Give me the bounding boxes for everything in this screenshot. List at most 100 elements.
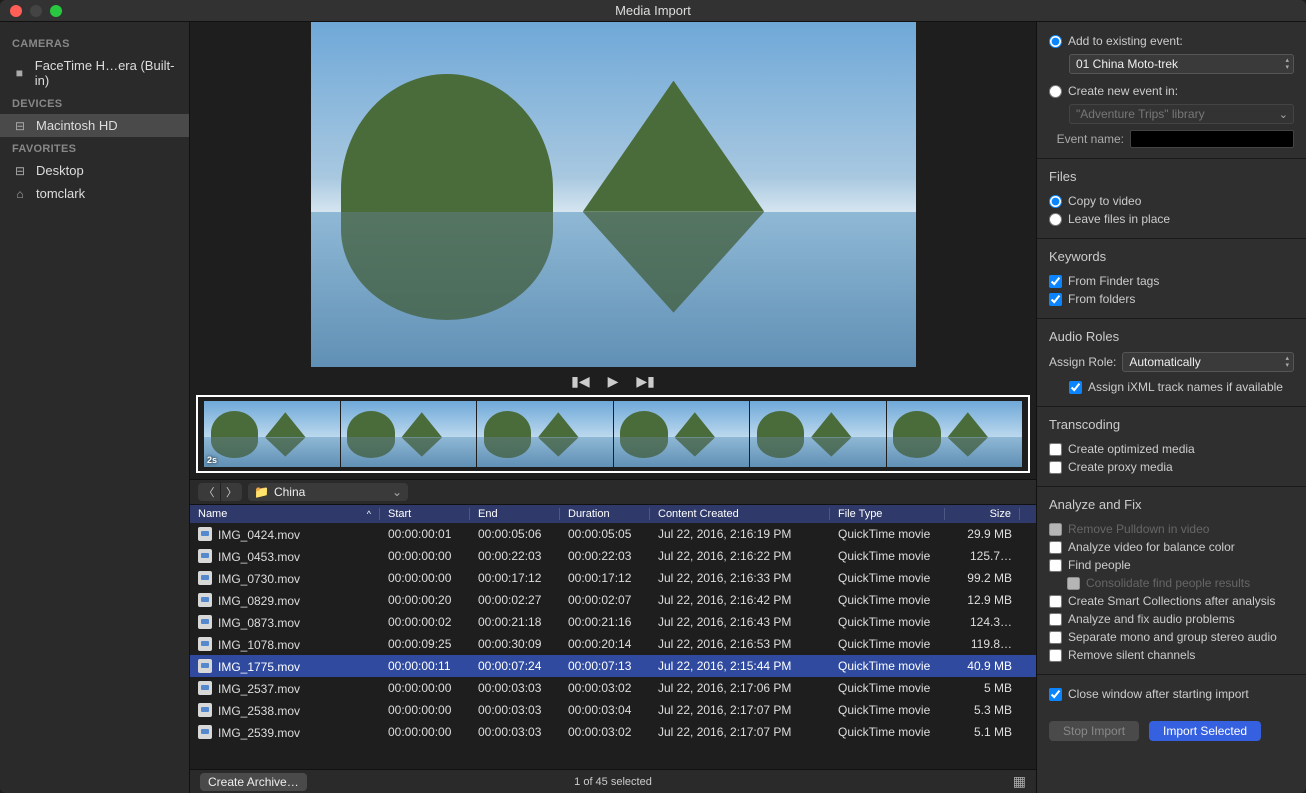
sidebar-item-label: tomclark — [36, 186, 85, 201]
movie-file-icon — [198, 571, 212, 585]
sidebar-header-favorites: FAVORITES — [0, 137, 189, 159]
nav-forward-button[interactable]: 〉 — [220, 483, 242, 501]
sidebar-item-label: Desktop — [36, 163, 84, 178]
create-proxy-check[interactable]: Create proxy media — [1049, 458, 1294, 476]
titlebar: Media Import — [0, 0, 1306, 22]
analyze-balance-check[interactable]: Analyze video for balance color — [1049, 538, 1294, 556]
add-to-existing-event-radio[interactable]: Add to existing event: — [1049, 32, 1294, 50]
keywords-section-header: Keywords — [1049, 249, 1294, 264]
copy-to-video-radio[interactable]: Copy to video — [1049, 192, 1294, 210]
prev-clip-button[interactable]: ▮◀ — [571, 373, 589, 390]
file-table: Name^ Start End Duration Content Created… — [190, 505, 1036, 769]
assign-role-label: Assign Role: — [1049, 355, 1116, 369]
assign-role-select[interactable]: Automatically — [1122, 352, 1294, 372]
sidebar: CAMERAS ■ FaceTime H…era (Built-in) DEVI… — [0, 22, 190, 793]
movie-file-icon — [198, 703, 212, 717]
table-header: Name^ Start End Duration Content Created… — [190, 505, 1036, 523]
remove-pulldown-check: Remove Pulldown in video — [1049, 520, 1294, 538]
table-row[interactable]: IMG_0424.mov00:00:00:0100:00:05:0600:00:… — [190, 523, 1036, 545]
sidebar-header-cameras: CAMERAS — [0, 32, 189, 54]
home-icon: ⌂ — [12, 187, 28, 201]
filmstrip-thumb[interactable] — [341, 401, 477, 467]
movie-file-icon — [198, 527, 212, 541]
col-filetype[interactable]: File Type — [830, 508, 945, 520]
fix-audio-check[interactable]: Analyze and fix audio problems — [1049, 610, 1294, 628]
col-name[interactable]: Name^ — [190, 508, 380, 520]
sidebar-item-macintosh-hd[interactable]: ⊟ Macintosh HD — [0, 114, 189, 137]
files-section-header: Files — [1049, 169, 1294, 184]
table-row[interactable]: IMG_2537.mov00:00:00:0000:00:03:0300:00:… — [190, 677, 1036, 699]
play-button[interactable]: ▶ — [608, 373, 619, 390]
col-duration[interactable]: Duration — [560, 508, 650, 520]
camera-icon: ■ — [12, 66, 27, 80]
table-row[interactable]: IMG_2539.mov00:00:00:0000:00:03:0300:00:… — [190, 721, 1036, 743]
sidebar-header-devices: DEVICES — [0, 92, 189, 114]
sidebar-item-desktop[interactable]: ⊟ Desktop — [0, 159, 189, 182]
table-row[interactable]: IMG_0873.mov00:00:00:0200:00:21:1800:00:… — [190, 611, 1036, 633]
smart-collections-check[interactable]: Create Smart Collections after analysis — [1049, 592, 1294, 610]
col-size[interactable]: Size — [945, 508, 1020, 520]
folder-name: China — [274, 485, 305, 499]
movie-file-icon — [198, 681, 212, 695]
window-title: Media Import — [0, 3, 1306, 18]
movie-file-icon — [198, 637, 212, 651]
import-options-panel: Add to existing event: 01 China Moto-tre… — [1036, 22, 1306, 793]
desktop-icon: ⊟ — [12, 164, 28, 178]
folder-dropdown[interactable]: 📁 China — [248, 483, 408, 501]
footer-bar: Create Archive… 1 of 45 selected ▦ — [190, 769, 1036, 793]
col-start[interactable]: Start — [380, 508, 470, 520]
table-row[interactable]: IMG_1078.mov00:00:09:2500:00:30:0900:00:… — [190, 633, 1036, 655]
close-after-import-check[interactable]: Close window after starting import — [1049, 685, 1294, 703]
table-row[interactable]: IMG_1775.mov00:00:00:1100:00:07:2400:00:… — [190, 655, 1036, 677]
leave-in-place-radio[interactable]: Leave files in place — [1049, 210, 1294, 228]
remove-silent-check[interactable]: Remove silent channels — [1049, 646, 1294, 664]
library-select: "Adventure Trips" library — [1069, 104, 1294, 124]
selection-status: 1 of 45 selected — [190, 776, 1036, 788]
filmstrip[interactable]: 2s — [196, 395, 1030, 473]
assign-ixml-check[interactable]: Assign iXML track names if available — [1069, 378, 1294, 396]
filmstrip-thumb[interactable]: 2s — [204, 401, 340, 467]
transcoding-section-header: Transcoding — [1049, 417, 1294, 432]
from-folders-check[interactable]: From folders — [1049, 290, 1294, 308]
event-name-label: Event name: — [1049, 132, 1124, 146]
from-finder-tags-check[interactable]: From Finder tags — [1049, 272, 1294, 290]
create-optimized-check[interactable]: Create optimized media — [1049, 440, 1294, 458]
table-row[interactable]: IMG_0453.mov00:00:00:0000:00:22:0300:00:… — [190, 545, 1036, 567]
event-name-input[interactable] — [1130, 130, 1294, 148]
sort-asc-icon: ^ — [367, 509, 371, 519]
nav-back-button[interactable]: 〈 — [198, 483, 220, 501]
filmstrip-thumb[interactable] — [887, 401, 1023, 467]
clip-duration-label: 2s — [207, 455, 217, 465]
separate-mono-check[interactable]: Separate mono and group stereo audio — [1049, 628, 1294, 646]
sidebar-item-label: Macintosh HD — [36, 118, 118, 133]
consolidate-people-check: Consolidate find people results — [1067, 574, 1294, 592]
analyze-section-header: Analyze and Fix — [1049, 497, 1294, 512]
path-bar: 〈 〉 📁 China — [190, 479, 1036, 505]
movie-file-icon — [198, 615, 212, 629]
movie-file-icon — [198, 659, 212, 673]
preview-viewer — [190, 22, 1036, 367]
filmstrip-thumb[interactable] — [477, 401, 613, 467]
playback-controls: ▮◀ ▶ ▶▮ — [190, 367, 1036, 395]
table-row[interactable]: IMG_0829.mov00:00:00:2000:00:02:2700:00:… — [190, 589, 1036, 611]
movie-file-icon — [198, 549, 212, 563]
audio-roles-section-header: Audio Roles — [1049, 329, 1294, 344]
filmstrip-thumb[interactable] — [750, 401, 886, 467]
col-created[interactable]: Content Created — [650, 508, 830, 520]
preview-image — [311, 22, 916, 367]
existing-event-select[interactable]: 01 China Moto-trek — [1069, 54, 1294, 74]
sidebar-item-home[interactable]: ⌂ tomclark — [0, 182, 189, 205]
table-row[interactable]: IMG_0730.mov00:00:00:0000:00:17:1200:00:… — [190, 567, 1036, 589]
find-people-check[interactable]: Find people — [1049, 556, 1294, 574]
movie-file-icon — [198, 725, 212, 739]
table-row[interactable]: IMG_2538.mov00:00:00:0000:00:03:0300:00:… — [190, 699, 1036, 721]
create-new-event-radio[interactable]: Create new event in: — [1049, 82, 1294, 100]
sidebar-item-label: FaceTime H…era (Built-in) — [35, 58, 177, 88]
next-clip-button[interactable]: ▶▮ — [636, 373, 654, 390]
disk-icon: ⊟ — [12, 119, 28, 133]
sidebar-item-facetime-camera[interactable]: ■ FaceTime H…era (Built-in) — [0, 54, 189, 92]
filmstrip-thumb[interactable] — [614, 401, 750, 467]
folder-icon: 📁 — [254, 485, 269, 499]
col-end[interactable]: End — [470, 508, 560, 520]
import-selected-button[interactable]: Import Selected — [1149, 721, 1261, 741]
